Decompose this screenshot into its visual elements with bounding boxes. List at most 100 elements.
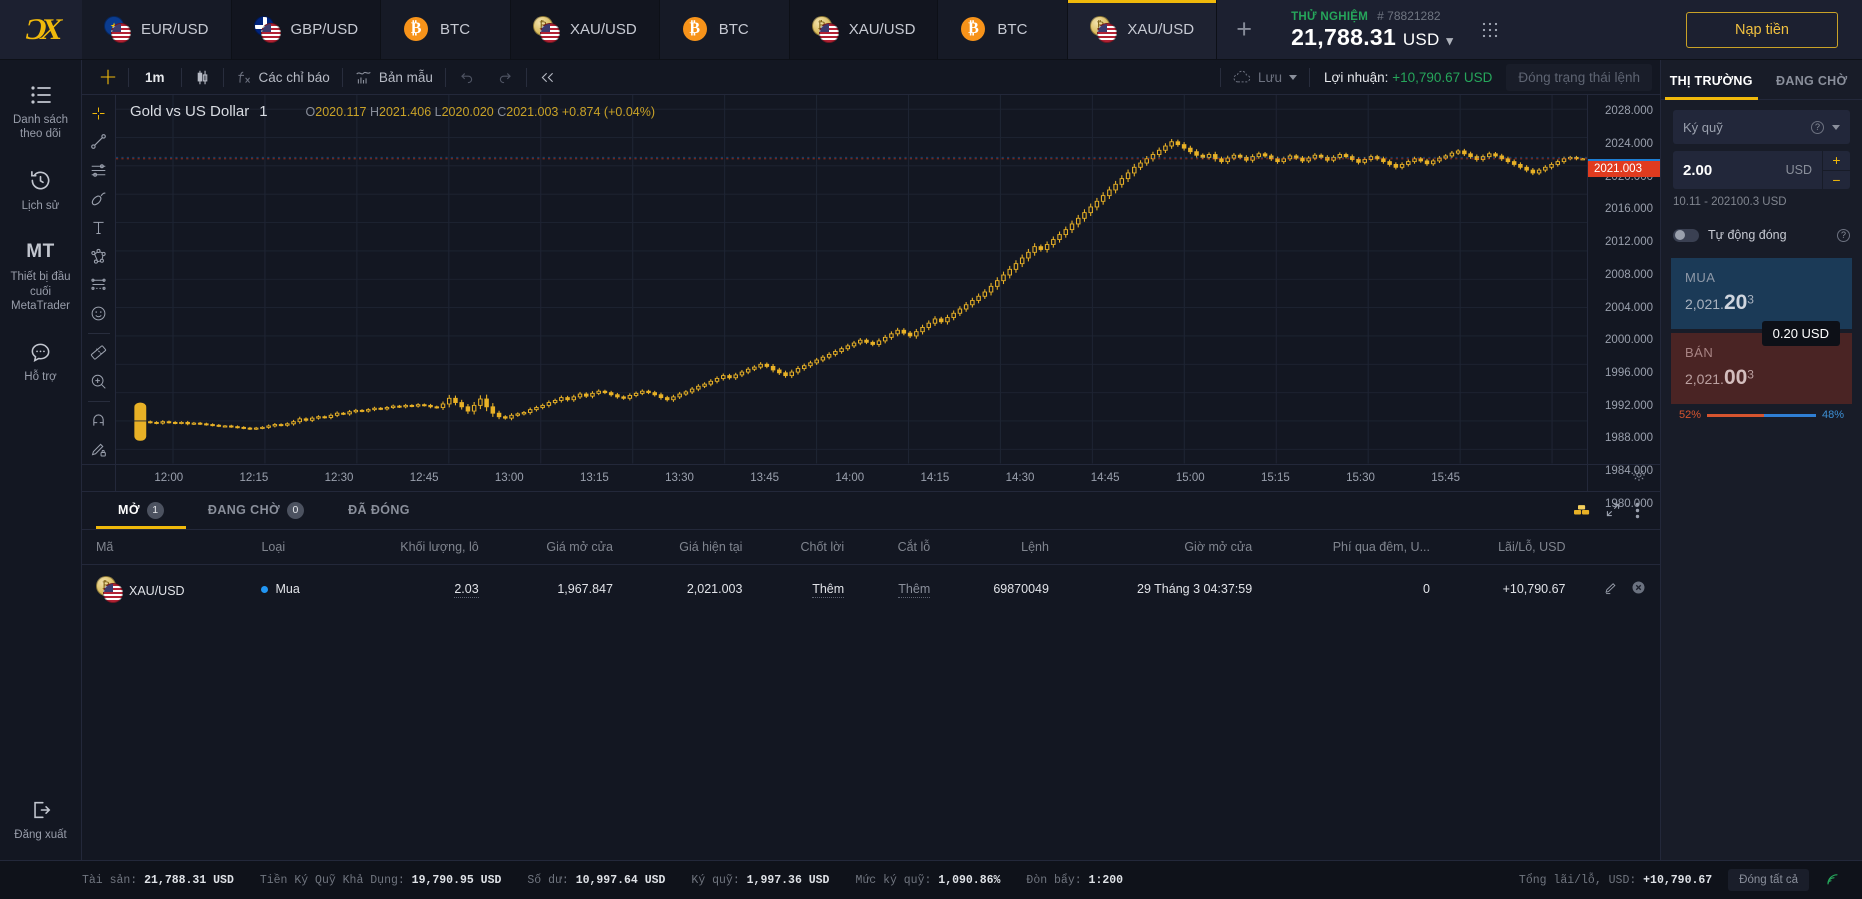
gold-bars-icon[interactable] xyxy=(1573,502,1591,518)
crosshair-cursor-icon[interactable] xyxy=(82,99,116,128)
instrument-tab-eurusd-0[interactable]: EUR/USD xyxy=(82,0,232,59)
orders-tab-label: ĐÃ ĐÓNG xyxy=(348,503,410,517)
time-tick: 14:15 xyxy=(920,471,950,484)
status-bar: Tài sản: 21,788.31 USD Tiền Ký Quỹ Khả Dụ… xyxy=(0,860,1862,899)
help-icon[interactable]: ? xyxy=(1811,120,1824,134)
instrument-tab-xauusd-3[interactable]: XAU/USD xyxy=(511,0,660,59)
orders-column-header[interactable]: Lãi/Lỗ, USD xyxy=(1444,529,1580,565)
chart-toolbar: 1m Các chỉ báo Bản mẫu Lưu Lợi nhuận: +1… xyxy=(82,60,1660,95)
text-icon[interactable] xyxy=(82,213,116,242)
chart-canvas[interactable]: Gold vs US Dollar 1 O2020.117 H2021.406 … xyxy=(116,95,1587,464)
chevron-down-icon[interactable]: ▾ xyxy=(1446,33,1453,48)
chevron-down-icon[interactable] xyxy=(1289,74,1298,80)
more-vertical-icon[interactable] xyxy=(1635,502,1640,519)
orders-column-header[interactable]: Cắt lỗ xyxy=(858,529,945,565)
orders-tab-mở[interactable]: MỞ 1 xyxy=(96,491,186,529)
instrument-tab-btc-2[interactable]: ₿ BTC xyxy=(381,0,512,59)
sidebar-item-watchlist[interactable]: Danh sách theo dõi xyxy=(0,82,82,142)
brush-icon[interactable] xyxy=(82,185,116,214)
zoom-in-icon[interactable] xyxy=(82,367,116,396)
price-axis[interactable]: 2028.000 2024.000 2020.000 2016.000 2012.000… xyxy=(1587,95,1660,510)
orders-column-header[interactable]: Phí qua đêm, U... xyxy=(1266,529,1444,565)
amount-increase-button[interactable]: + xyxy=(1822,151,1850,171)
instrument-tab-label: XAU/USD xyxy=(848,21,916,38)
buy-button[interactable]: MUA 2,021.203 xyxy=(1671,258,1852,329)
indicators-button[interactable]: Các chỉ báo xyxy=(224,60,342,95)
price-tick: 1988.000 xyxy=(1605,432,1653,445)
cell-take-profit[interactable]: Thêm xyxy=(756,564,858,614)
time-tick: 15:30 xyxy=(1346,471,1375,484)
sidebar-label-support: Hỗ trợ xyxy=(24,371,57,384)
timeframe-selector[interactable]: 1m xyxy=(129,70,181,85)
cell-open-time: 29 Tháng 3 04:37:59 xyxy=(1137,582,1253,596)
autoclose-toggle[interactable] xyxy=(1673,228,1699,242)
trade-panel: THỊ TRƯỜNG ĐANG CHỜ Ký quỹ ? 2.00 USD + … xyxy=(1660,60,1862,860)
add-tab-button[interactable]: + xyxy=(1217,0,1271,59)
account-summary[interactable]: THỬ NGHIỆM # 78821282 21,788.31 USD ▾ xyxy=(1271,0,1467,59)
chart-profit: Lợi nhuận: +10,790.67 USD xyxy=(1310,70,1506,85)
orders-column-header[interactable]: Giá hiện tại xyxy=(626,529,757,565)
cell-stop-loss[interactable]: Thêm xyxy=(858,564,944,614)
edit-pencil-icon[interactable] xyxy=(1604,583,1618,598)
left-sidebar: Danh sách theo dõi Lịch sử MT Thiết bị đ… xyxy=(0,60,82,860)
instrument-tab-xauusd-7[interactable]: XAU/USD xyxy=(1068,0,1218,59)
cell-volume[interactable]: 2.03 xyxy=(342,564,493,614)
instrument-tab-gbpusd-1[interactable]: GBP/USD xyxy=(231,0,382,59)
instrument-tab-btc-6[interactable]: ₿ BTC xyxy=(938,0,1069,59)
close-position-button[interactable]: Đóng trạng thái lệnh xyxy=(1506,63,1652,91)
table-row[interactable]: XAU/USD Mua 2.03 1,967.847 2,021.003 Thê… xyxy=(82,564,1660,614)
save-layout-button[interactable]: Lưu xyxy=(1221,70,1309,85)
instrument-tab-btc-4[interactable]: ₿ BTC xyxy=(659,0,790,59)
instrument-tab-label: EUR/USD xyxy=(141,21,209,38)
chart-settings-gear-icon[interactable] xyxy=(1632,468,1646,487)
sidebar-item-support[interactable]: Hỗ trợ xyxy=(0,339,82,384)
xauusd-pair-icon xyxy=(533,16,561,43)
collapse-arrows-icon[interactable] xyxy=(1605,502,1621,518)
emoji-icon[interactable] xyxy=(82,299,116,328)
magnet-icon[interactable] xyxy=(82,406,116,435)
chevron-down-icon[interactable] xyxy=(1832,124,1840,130)
orders-column-header[interactable]: Mã xyxy=(82,529,248,565)
templates-button[interactable]: Bản mẫu xyxy=(343,60,445,95)
horizontal-lines-icon[interactable] xyxy=(82,156,116,185)
crosshair-icon[interactable] xyxy=(88,60,128,95)
orders-tab-đang-chờ[interactable]: ĐANG CHỜ 0 xyxy=(186,491,326,529)
time-axis[interactable]: 12:00 12:15 12:30 12:45 13:00 13:15 13:30 13:45… xyxy=(116,463,1587,491)
fib-retracement-icon[interactable] xyxy=(82,270,116,299)
spread-tooltip: 0.20 USD xyxy=(1761,321,1840,346)
orders-column-header[interactable]: Khối lượng, lô xyxy=(341,529,493,565)
orders-column-header[interactable]: Giá mở cửa xyxy=(492,529,627,565)
orders-tab-đã-đóng[interactable]: ĐÃ ĐÓNG xyxy=(326,491,432,529)
replay-icon[interactable] xyxy=(527,60,568,95)
orders-column-header[interactable]: Loại xyxy=(247,529,342,565)
orders-column-header[interactable]: Lệnh xyxy=(944,529,1063,565)
candlestick-type-icon[interactable] xyxy=(182,60,223,95)
tab-market[interactable]: THỊ TRƯỜNG xyxy=(1661,60,1762,100)
cell-pnl: +10,790.67 xyxy=(1502,582,1566,596)
orders-column-header[interactable]: Chốt lời xyxy=(756,529,859,565)
chart-toolbar-right: Lưu Lợi nhuận: +10,790.67 USD Đóng trạng… xyxy=(1219,63,1660,91)
margin-mode-select[interactable]: Ký quỹ ? xyxy=(1673,110,1850,144)
deposit-button[interactable]: Nạp tiền xyxy=(1685,11,1838,48)
instrument-tab-xauusd-5[interactable]: XAU/USD xyxy=(789,0,939,59)
sidebar-item-history[interactable]: Lịch sử xyxy=(0,168,82,213)
apps-grid-icon[interactable] xyxy=(1467,0,1511,59)
redo-icon[interactable] xyxy=(486,60,526,95)
orders-column-header[interactable]: Giờ mở cửa xyxy=(1062,529,1267,565)
measure-ruler-icon[interactable] xyxy=(82,338,116,367)
pitchfork-icon[interactable] xyxy=(82,242,116,271)
price-tag-1: 2021.003 xyxy=(1588,160,1660,177)
close-circle-icon[interactable] xyxy=(1631,581,1646,598)
amount-decrease-button[interactable]: − xyxy=(1822,170,1850,189)
close-all-button[interactable]: Đóng tất cả xyxy=(1728,869,1809,891)
orders-tab-label: ĐANG CHỜ xyxy=(207,503,281,517)
pencil-lock-icon[interactable] xyxy=(82,435,116,464)
trend-line-icon[interactable] xyxy=(82,128,116,157)
amount-input[interactable]: 2.00 USD xyxy=(1673,151,1822,189)
sidebar-item-logout[interactable]: Đăng xuất xyxy=(0,797,82,842)
undo-icon[interactable] xyxy=(446,60,486,95)
app-logo[interactable]: ƆX xyxy=(0,0,82,59)
sidebar-item-metatrader[interactable]: MT Thiết bị đầu cuối MetaTrader xyxy=(0,239,82,313)
help-icon[interactable]: ? xyxy=(1837,228,1850,242)
tab-pending[interactable]: ĐANG CHỜ xyxy=(1762,60,1862,99)
